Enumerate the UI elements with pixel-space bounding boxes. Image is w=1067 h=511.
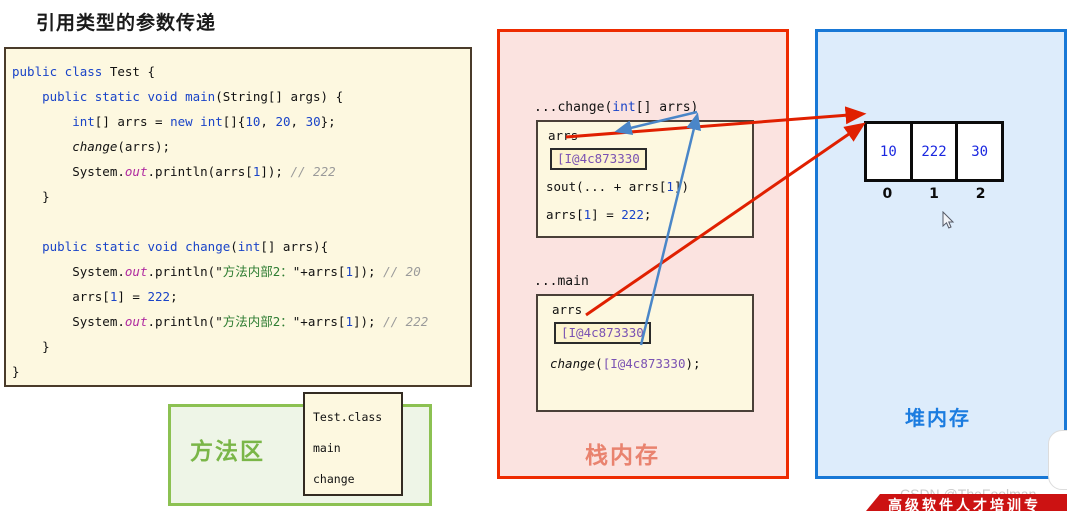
heap-array-index-row: 0 1 2 (864, 186, 1004, 202)
frame-code-line: arrs[1] = 222; (546, 207, 652, 222)
array-index: 2 (975, 186, 986, 202)
page-title: 引用类型的参数传递 (36, 12, 217, 34)
red-banner-text: 高级软件人才培训专 (888, 498, 1041, 511)
class-entries-box: Test.class main change (303, 392, 403, 496)
code-panel: public class Test { public static void m… (4, 47, 472, 387)
code-line: change(arrs); (72, 139, 171, 154)
side-panel[interactable] (1048, 430, 1067, 490)
stack-frame-main: arrs [I@4c873330 change([I@4c873330); (536, 294, 754, 412)
stack-memory-label: 栈内存 (585, 443, 660, 469)
array-cell: 30 (971, 143, 989, 160)
code-line: int[] arrs = new int[]{10, 20, 30}; (72, 114, 336, 129)
class-entry: main (313, 441, 341, 455)
code-line: System.out.println(arrs[1]); // 222 (12, 164, 336, 179)
code-line: public static void main(String[] args) { (12, 89, 344, 104)
array-cell: 10 (867, 124, 913, 179)
array-cell: 222 (913, 124, 959, 179)
code-line: } (12, 364, 20, 379)
code-line: } (12, 339, 50, 354)
heap-memory-label: 堆内存 (905, 406, 971, 430)
frame-var-name: arrs (548, 128, 579, 143)
mouse-cursor-icon (942, 211, 955, 229)
method-area-label: 方法区 (190, 439, 265, 465)
array-index: 1 (929, 186, 939, 202)
stack-frame-change: arrs [I@4c873330 sout(... + arrs[1]) arr… (536, 120, 754, 238)
stack-frame-title-main: ...main (534, 274, 589, 289)
frame-address-box: [I@4c873330 (554, 322, 651, 344)
frame-code-line: change([I@4c873330); (550, 356, 701, 371)
red-banner: 高级软件人才培训专 (866, 494, 1067, 511)
heap-array-box: 10 222 30 (864, 121, 1004, 182)
code-line: public static void change(int[] arrs){ (12, 239, 329, 254)
code-line: public class Test { (12, 64, 155, 79)
code-line: arrs[1] = 222; (12, 289, 178, 304)
frame-var-name: arrs (552, 302, 583, 317)
class-entry: change (313, 472, 355, 486)
frame-address-box: [I@4c873330 (550, 148, 647, 170)
frame-code-line: sout(... + arrs[1]) (546, 179, 690, 194)
code-line: System.out.println("方法内部2："+arrs[1]); //… (12, 314, 429, 329)
class-entry: Test.class (313, 410, 383, 424)
array-index: 0 (882, 186, 893, 202)
stack-frame-title-change: ...change(int[] arrs) (534, 100, 699, 115)
code-line: System.out.println("方法内部2："+arrs[1]); //… (12, 264, 421, 279)
code-line: } (12, 189, 50, 204)
